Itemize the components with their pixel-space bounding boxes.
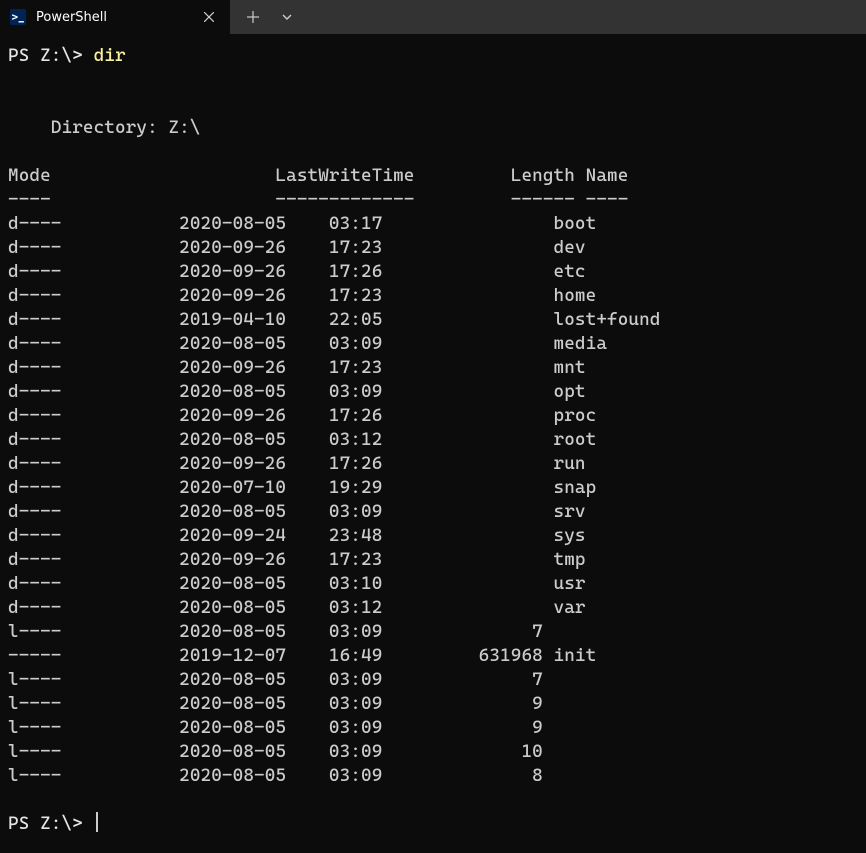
new-tab-button[interactable] <box>236 0 270 34</box>
titlebar-controls <box>230 0 304 34</box>
prompt-line: PS Z:\> dir <box>8 45 126 66</box>
dropdown-button[interactable] <box>270 0 304 34</box>
prompt-line-2: PS Z:\> <box>8 813 98 834</box>
table-rows: d---- 2020-08-05 03:17 boot d---- 2020-0… <box>8 213 661 786</box>
tab-title: PowerShell <box>36 10 190 25</box>
directory-label: Directory: Z:\ <box>51 117 201 138</box>
titlebar: >_ PowerShell <box>0 0 866 34</box>
terminal-output[interactable]: PS Z:\> dir Directory: Z:\ Mode LastWrit… <box>0 34 866 836</box>
close-icon[interactable] <box>200 8 218 26</box>
tab-powershell[interactable]: >_ PowerShell <box>0 0 230 34</box>
powershell-icon: >_ <box>10 9 26 25</box>
cursor <box>96 812 98 832</box>
header-row: Mode LastWriteTime Length Name <box>8 165 628 186</box>
dash-row: ---- ------------- ------ ---- <box>8 189 628 210</box>
entered-command: dir <box>94 45 126 66</box>
